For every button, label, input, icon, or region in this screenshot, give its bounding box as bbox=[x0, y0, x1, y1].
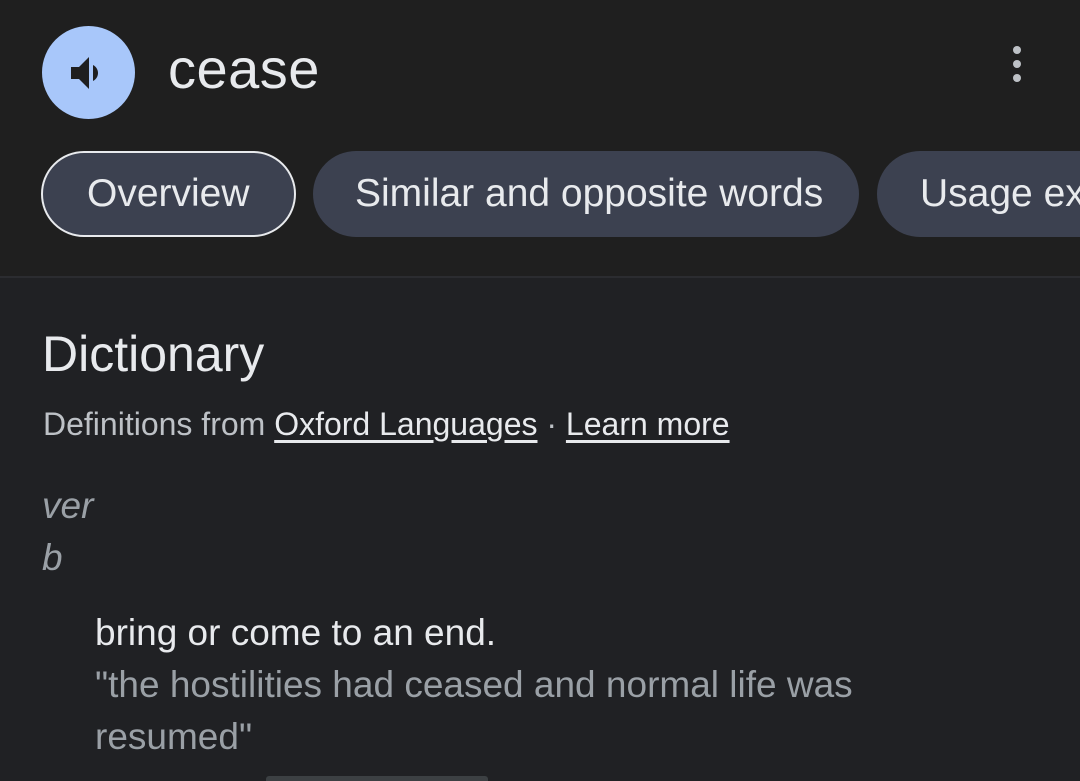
tab-overview[interactable]: Overview bbox=[41, 151, 296, 237]
dictionary-title: Dictionary bbox=[42, 326, 265, 382]
more-vert-icon bbox=[1011, 44, 1023, 84]
headword: cease bbox=[168, 37, 320, 100]
tab-similar-and-opposite-words[interactable]: Similar and opposite words bbox=[313, 151, 859, 237]
definitions-source: Definitions from Oxford Languages · Lear… bbox=[43, 403, 730, 445]
source-prefix: Definitions from bbox=[43, 406, 266, 442]
speaker-icon bbox=[65, 49, 113, 97]
example-sentence: "the hostilities had ceased and normal l… bbox=[95, 664, 853, 757]
part-of-speech: verb bbox=[42, 485, 94, 578]
oxford-languages-link[interactable]: Oxford Languages bbox=[274, 406, 537, 442]
pronunciation-button[interactable] bbox=[42, 26, 135, 119]
content-edge bbox=[266, 776, 488, 781]
separator-dot: · bbox=[546, 406, 558, 442]
header-divider bbox=[0, 276, 1080, 278]
learn-more-link[interactable]: Learn more bbox=[566, 406, 730, 442]
definition-text: bring or come to an end. bbox=[95, 612, 497, 653]
header: cease Overview Similar and opposite word… bbox=[0, 0, 1080, 276]
tab-usage-examples[interactable]: Usage ex bbox=[877, 151, 1080, 237]
more-options-button[interactable] bbox=[996, 40, 1038, 88]
page: cease Overview Similar and opposite word… bbox=[0, 0, 1080, 781]
